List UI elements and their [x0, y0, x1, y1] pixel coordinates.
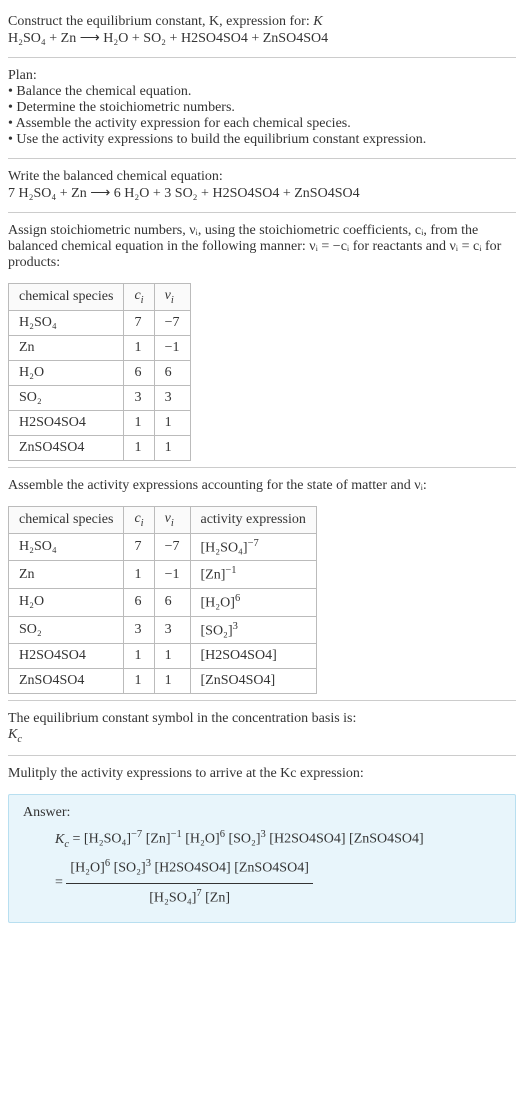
- balanced-block: Write the balanced chemical equation: 7 …: [8, 163, 516, 208]
- divider: [8, 700, 516, 701]
- multiply-text: Mulitply the activity expressions to arr…: [8, 766, 364, 781]
- stoich-table: chemical species ci νi H₂SO₄7−7 Zn1−1 H₂…: [8, 283, 191, 461]
- balanced-equation: 7 H₂SO₄ + Zn ⟶ 6 H₂O + 3 SO₂ + H2SO4SO4 …: [8, 186, 360, 201]
- table-row: Zn1−1: [9, 335, 191, 360]
- plan-item: • Balance the chemical equation.: [8, 84, 516, 100]
- assemble-text: Assemble the activity expressions accoun…: [8, 478, 427, 493]
- table-row: H2SO4SO411[H2SO4SO4]: [9, 644, 317, 669]
- table-row: ZnSO4SO411: [9, 435, 191, 460]
- answer-equation: Kc = [H₂SO₄]−7 [Zn]−1 [H₂O]6 [SO₂]3 [H2S…: [23, 825, 501, 912]
- table-row: H2SO4SO411: [9, 410, 191, 435]
- col-activity: activity expression: [190, 506, 316, 533]
- table-row: H₂SO₄7−7: [9, 310, 191, 335]
- answer-label: Answer:: [23, 805, 501, 821]
- divider: [8, 755, 516, 756]
- table-row: ZnSO4SO411[ZnSO4SO4]: [9, 669, 317, 694]
- answer-fraction: [H₂O]6 [SO₂]3 [H2SO4SO4] [ZnSO4SO4] [H₂S…: [66, 854, 312, 912]
- fraction-denominator: [H₂SO₄]7 [Zn]: [66, 884, 312, 912]
- table-row: H₂O66[H₂O]6: [9, 588, 317, 616]
- col-vi: νi: [154, 284, 190, 311]
- plan-block: Plan: • Balance the chemical equation. •…: [8, 62, 516, 154]
- col-species: chemical species: [9, 284, 124, 311]
- col-ci: ci: [124, 506, 154, 533]
- divider: [8, 158, 516, 159]
- fraction-numerator: [H₂O]6 [SO₂]3 [H2SO4SO4] [ZnSO4SO4]: [66, 854, 312, 883]
- divider: [8, 212, 516, 213]
- symbol-block: The equilibrium constant symbol in the c…: [8, 705, 516, 751]
- table-row: H₂SO₄7−7[H₂SO₄]−7: [9, 533, 317, 561]
- plan-item: • Assemble the activity expression for e…: [8, 116, 516, 132]
- assemble-block: Assemble the activity expressions accoun…: [8, 472, 516, 500]
- col-vi: νi: [154, 506, 190, 533]
- kc-symbol: K: [8, 727, 17, 742]
- table-header-row: chemical species ci νi: [9, 284, 191, 311]
- multiply-block: Mulitply the activity expressions to arr…: [8, 760, 516, 788]
- symbol-text: The equilibrium constant symbol in the c…: [8, 711, 356, 726]
- table-header-row: chemical species ci νi activity expressi…: [9, 506, 317, 533]
- plan-item: • Determine the stoichiometric numbers.: [8, 100, 516, 116]
- assign-text: Assign stoichiometric numbers, νᵢ, using…: [8, 223, 501, 270]
- divider: [8, 57, 516, 58]
- divider: [8, 467, 516, 468]
- balanced-heading: Write the balanced chemical equation:: [8, 169, 223, 184]
- intro-line1: Construct the equilibrium constant, K, e…: [8, 14, 310, 29]
- assign-block: Assign stoichiometric numbers, νᵢ, using…: [8, 217, 516, 277]
- intro-block: Construct the equilibrium constant, K, e…: [8, 8, 516, 53]
- col-species: chemical species: [9, 506, 124, 533]
- table-row: Zn1−1[Zn]−1: [9, 561, 317, 589]
- answer-box: Answer: Kc = [H₂SO₄]−7 [Zn]−1 [H₂O]6 [SO…: [8, 794, 516, 923]
- table-row: H₂O66: [9, 360, 191, 385]
- plan-heading: Plan:: [8, 68, 37, 83]
- activity-table: chemical species ci νi activity expressi…: [8, 506, 317, 694]
- table-row: SO₂33: [9, 385, 191, 410]
- intro-equation: H₂SO₄ + Zn ⟶ H₂O + SO₂ + H2SO4SO4 + ZnSO…: [8, 31, 328, 46]
- plan-item: • Use the activity expressions to build …: [8, 132, 516, 148]
- col-ci: ci: [124, 284, 154, 311]
- table-row: SO₂33[SO₂]3: [9, 616, 317, 644]
